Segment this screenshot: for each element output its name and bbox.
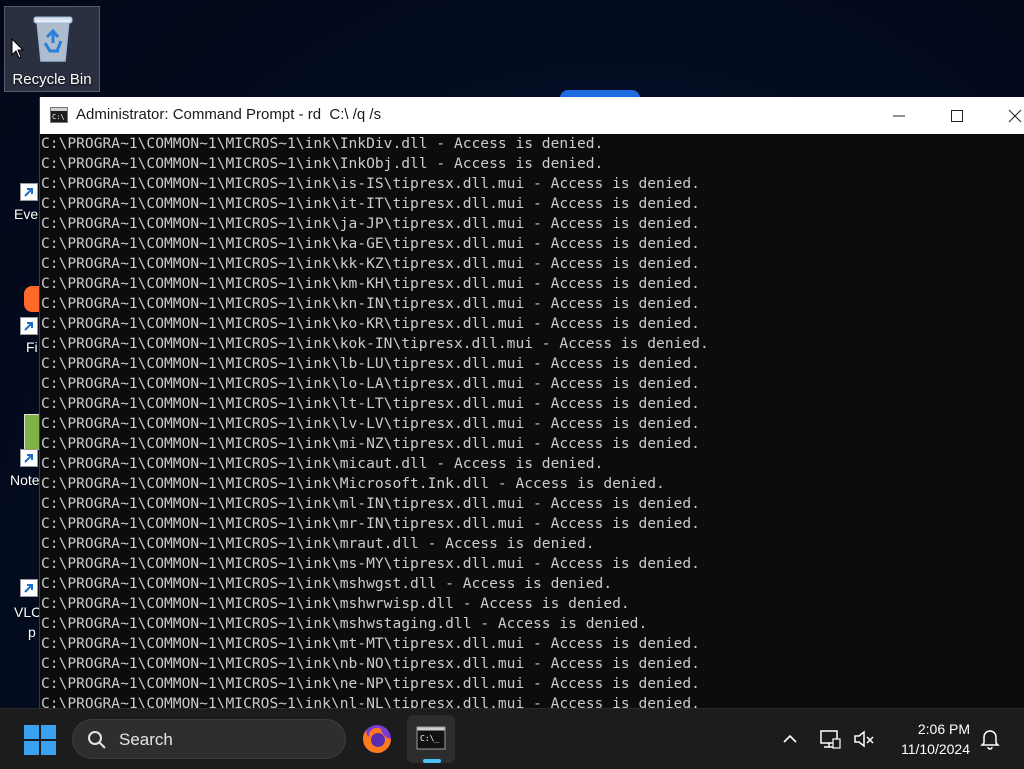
svg-text:C:\: C:\ bbox=[52, 113, 65, 121]
windows-start-icon[interactable] bbox=[22, 723, 58, 757]
desktop-label-partial[interactable]: Note bbox=[10, 472, 40, 488]
command-prompt-icon: C:\ bbox=[50, 107, 68, 123]
network-icon[interactable] bbox=[818, 727, 842, 751]
volume-muted-icon[interactable] bbox=[852, 727, 876, 751]
console-line: C:\PROGRA~1\COMMON~1\MICROS~1\ink\mr-IN\… bbox=[41, 515, 700, 532]
minimize-icon bbox=[893, 115, 905, 117]
console-line: C:\PROGRA~1\COMMON~1\MICROS~1\ink\micaut… bbox=[41, 455, 604, 472]
window-titlebar[interactable]: C:\ Administrator: Command Prompt - rd C… bbox=[40, 97, 1024, 134]
console-line: C:\PROGRA~1\COMMON~1\MICROS~1\ink\ja-JP\… bbox=[41, 215, 700, 232]
console-line: C:\PROGRA~1\COMMON~1\MICROS~1\ink\nb-NO\… bbox=[41, 655, 700, 672]
console-line: C:\PROGRA~1\COMMON~1\MICROS~1\ink\kn-IN\… bbox=[41, 295, 700, 312]
console-line: C:\PROGRA~1\COMMON~1\MICROS~1\ink\ka-GE\… bbox=[41, 235, 700, 252]
clock-date: 11/10/2024 bbox=[900, 741, 970, 757]
window-title: Administrator: Command Prompt - rd C:\ /… bbox=[76, 106, 382, 123]
recycle-bin-label: Recycle Bin bbox=[12, 71, 92, 88]
mouse-cursor-icon bbox=[11, 38, 25, 59]
clock-time: 2:06 PM bbox=[917, 721, 970, 737]
console-line: C:\PROGRA~1\COMMON~1\MICROS~1\ink\mi-NZ\… bbox=[41, 435, 700, 452]
svg-text:C:\_: C:\_ bbox=[420, 734, 439, 743]
taskbar-search-box[interactable]: Search bbox=[72, 719, 346, 759]
taskbar-command-prompt-button[interactable]: C:\_ bbox=[407, 715, 455, 763]
console-output[interactable]: C:\PROGRA~1\COMMON~1\MICROS~1\ink\InkDiv… bbox=[41, 134, 1021, 708]
close-button[interactable] bbox=[992, 97, 1024, 134]
close-icon bbox=[1008, 109, 1022, 123]
firefox-desktop-icon[interactable] bbox=[24, 286, 40, 312]
maximize-button[interactable] bbox=[934, 97, 980, 134]
console-line: C:\PROGRA~1\COMMON~1\MICROS~1\ink\km-KH\… bbox=[41, 275, 700, 292]
console-line: C:\PROGRA~1\COMMON~1\MICROS~1\ink\ko-KR\… bbox=[41, 315, 700, 332]
console-line: C:\PROGRA~1\COMMON~1\MICROS~1\ink\ms-MY\… bbox=[41, 555, 700, 572]
shortcut-arrow-icon bbox=[20, 579, 38, 597]
console-line: C:\PROGRA~1\COMMON~1\MICROS~1\ink\kk-KZ\… bbox=[41, 255, 700, 272]
shortcut-arrow-icon bbox=[20, 449, 38, 467]
console-line: C:\PROGRA~1\COMMON~1\MICROS~1\ink\nl-NL\… bbox=[41, 695, 700, 708]
console-line: C:\PROGRA~1\COMMON~1\MICROS~1\ink\Micros… bbox=[41, 475, 665, 492]
taskbar: Search C:\_ 2:06 PM 11/10/2024 bbox=[0, 708, 1024, 769]
notification-bell-icon[interactable] bbox=[980, 728, 1000, 750]
console-line: C:\PROGRA~1\COMMON~1\MICROS~1\ink\InkDiv… bbox=[41, 135, 604, 152]
console-line: C:\PROGRA~1\COMMON~1\MICROS~1\ink\kok-IN… bbox=[41, 335, 709, 352]
recycle-bin-graphic bbox=[33, 16, 73, 62]
console-line: C:\PROGRA~1\COMMON~1\MICROS~1\ink\lo-LA\… bbox=[41, 375, 700, 392]
taskbar-firefox-button[interactable] bbox=[353, 715, 401, 763]
console-line: C:\PROGRA~1\COMMON~1\MICROS~1\ink\it-IT\… bbox=[41, 195, 700, 212]
console-line: C:\PROGRA~1\COMMON~1\MICROS~1\ink\ml-IN\… bbox=[41, 495, 700, 512]
console-line: C:\PROGRA~1\COMMON~1\MICROS~1\ink\mshwst… bbox=[41, 615, 648, 632]
search-icon bbox=[88, 731, 106, 749]
command-prompt-icon: C:\_ bbox=[416, 726, 446, 750]
maximize-icon bbox=[951, 110, 963, 122]
console-line: C:\PROGRA~1\COMMON~1\MICROS~1\ink\lt-LT\… bbox=[41, 395, 700, 412]
console-line: C:\PROGRA~1\COMMON~1\MICROS~1\ink\is-IS\… bbox=[41, 175, 700, 192]
console-line: C:\PROGRA~1\COMMON~1\MICROS~1\ink\lv-LV\… bbox=[41, 415, 700, 432]
active-app-indicator bbox=[423, 759, 441, 763]
search-label: Search bbox=[119, 730, 173, 749]
console-line: C:\PROGRA~1\COMMON~1\MICROS~1\ink\mshwgs… bbox=[41, 575, 613, 592]
shortcut-arrow-icon bbox=[20, 317, 38, 335]
console-line: C:\PROGRA~1\COMMON~1\MICROS~1\ink\ne-NP\… bbox=[41, 675, 700, 692]
console-line: C:\PROGRA~1\COMMON~1\MICROS~1\ink\InkObj… bbox=[41, 155, 604, 172]
minimize-button[interactable] bbox=[876, 97, 922, 134]
system-clock[interactable]: 2:06 PM 11/10/2024 bbox=[880, 719, 970, 759]
firefox-icon bbox=[362, 725, 391, 753]
console-line: C:\PROGRA~1\COMMON~1\MICROS~1\ink\mraut.… bbox=[41, 535, 595, 552]
console-line: C:\PROGRA~1\COMMON~1\MICROS~1\ink\mshwrw… bbox=[41, 595, 630, 612]
console-line: C:\PROGRA~1\COMMON~1\MICROS~1\ink\mt-MT\… bbox=[41, 635, 700, 652]
chevron-up-icon[interactable] bbox=[780, 729, 800, 749]
shortcut-arrow-icon bbox=[20, 183, 38, 201]
command-prompt-window[interactable]: C:\ Administrator: Command Prompt - rd C… bbox=[39, 97, 1024, 708]
console-line: C:\PROGRA~1\COMMON~1\MICROS~1\ink\lb-LU\… bbox=[41, 355, 700, 372]
